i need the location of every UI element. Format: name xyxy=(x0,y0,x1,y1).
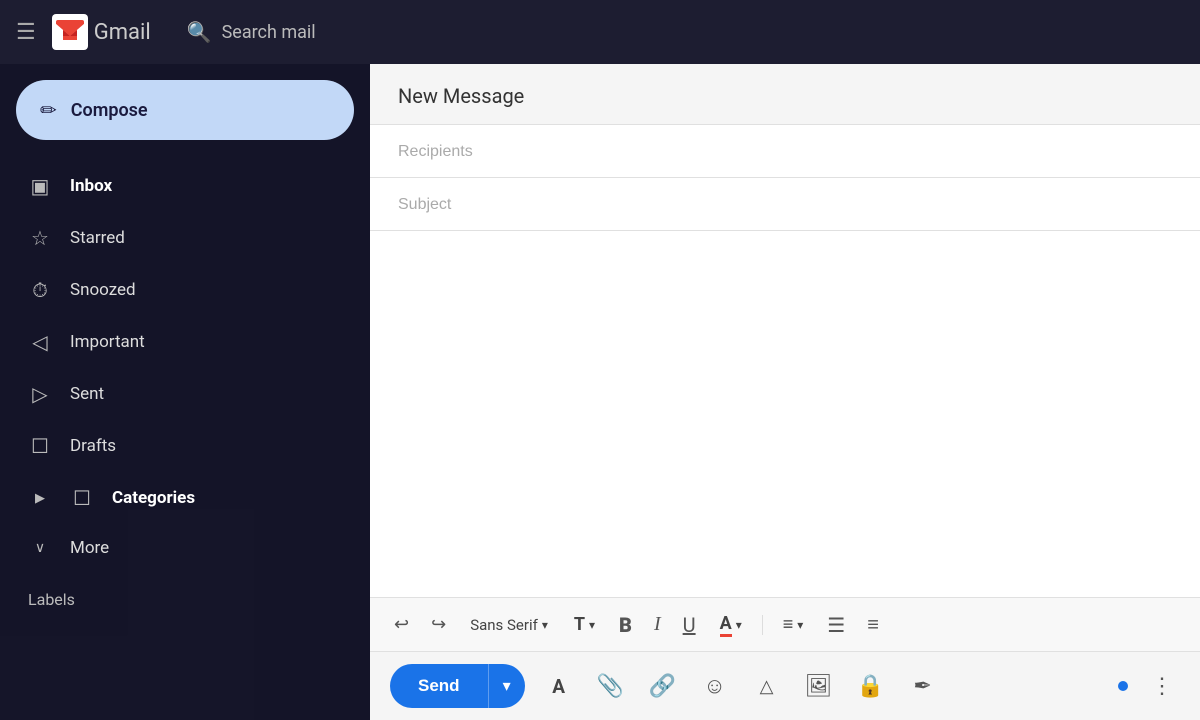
compose-button[interactable]: ✏ Compose xyxy=(16,80,354,140)
font-dropdown-icon: ▾ xyxy=(542,618,548,632)
bold-button[interactable]: B xyxy=(615,609,636,641)
main-layout: ✏ Compose ▣ Inbox ☆ Starred ⏱ Snoozed ◁ … xyxy=(0,64,1200,720)
redo-button[interactable]: ↪ xyxy=(427,610,450,639)
signature-button[interactable]: ✒ xyxy=(905,668,941,704)
gmail-logo-icon xyxy=(52,14,88,50)
recipients-field[interactable] xyxy=(370,125,1200,178)
font-selector[interactable]: Sans Serif ▾ xyxy=(464,612,554,638)
drive-button[interactable]: △ xyxy=(749,668,785,704)
send-dropdown-button[interactable]: ▾ xyxy=(488,664,525,708)
compose-body[interactable] xyxy=(370,231,1200,597)
font-size-selector[interactable]: T ▾ xyxy=(568,610,601,639)
photo-button[interactable]: 🖼 xyxy=(801,668,837,704)
sidebar-item-important[interactable]: ◁ Important xyxy=(0,316,358,368)
sidebar-item-label: Snoozed xyxy=(70,280,136,300)
bottom-bar: Send ▾ A 📎 🔗 ☺ △ 🖼 🔒 ✒ ⋮ xyxy=(370,651,1200,720)
snoozed-icon: ⏱ xyxy=(28,278,52,302)
menu-icon[interactable]: ☰ xyxy=(16,20,36,45)
more-options-button[interactable]: ⋮ xyxy=(1144,668,1180,704)
sidebar-item-drafts[interactable]: ☐ Drafts xyxy=(0,420,358,472)
search-bar: 🔍 Search mail xyxy=(187,20,316,44)
font-color-dropdown-icon: ▾ xyxy=(736,618,742,632)
drafts-icon: ☐ xyxy=(28,434,52,458)
link-button[interactable]: 🔗 xyxy=(645,668,681,704)
sidebar-item-inbox[interactable]: ▣ Inbox xyxy=(0,160,358,212)
sidebar-item-more[interactable]: ∨ More xyxy=(0,524,358,572)
sidebar-item-label: Starred xyxy=(70,228,125,248)
send-button[interactable]: Send xyxy=(390,664,488,708)
important-icon: ◁ xyxy=(28,330,52,354)
font-size-label: T xyxy=(574,614,585,635)
sidebar-item-categories[interactable]: ▶ ☐ Categories xyxy=(0,472,358,524)
subject-field[interactable] xyxy=(370,178,1200,231)
align-icon: ≡ xyxy=(783,614,794,635)
indent-button[interactable]: ≡ xyxy=(863,608,883,641)
body-editor[interactable] xyxy=(398,247,1172,447)
subject-input[interactable] xyxy=(398,196,1172,214)
underline-button[interactable]: U xyxy=(679,609,700,641)
sidebar-item-label: Categories xyxy=(112,488,195,508)
starred-icon: ☆ xyxy=(28,226,52,250)
gmail-title: Gmail xyxy=(94,20,151,45)
attach-button[interactable]: 📎 xyxy=(593,668,629,704)
undo-button[interactable]: ↩ xyxy=(390,610,413,639)
format-button[interactable]: A xyxy=(541,668,577,704)
recipients-input[interactable] xyxy=(398,143,1172,161)
formatting-toolbar: ↩ ↪ Sans Serif ▾ T ▾ B I U A ▾ ≡ ▾ ☰ xyxy=(370,597,1200,651)
categories-icon: ☐ xyxy=(70,486,94,510)
topbar: ☰ Gmail 🔍 Search mail xyxy=(0,0,1200,64)
gmail-logo: Gmail xyxy=(52,14,151,50)
sidebar-item-sent[interactable]: ▷ Sent xyxy=(0,368,358,420)
compose-label: Compose xyxy=(71,100,148,121)
send-button-group[interactable]: Send ▾ xyxy=(390,664,525,708)
compose-title: New Message xyxy=(398,84,524,108)
align-dropdown-icon: ▾ xyxy=(797,618,803,632)
more-chevron-icon: ∨ xyxy=(28,540,52,556)
compose-icon: ✏ xyxy=(40,98,57,122)
sidebar-item-snoozed[interactable]: ⏱ Snoozed xyxy=(0,264,358,316)
lock-button[interactable]: 🔒 xyxy=(853,668,889,704)
notification-dot xyxy=(1118,681,1128,691)
font-color-label: A xyxy=(720,613,732,637)
search-label: Search mail xyxy=(222,22,316,43)
font-name: Sans Serif xyxy=(470,616,538,634)
compose-panel: New Message ↩ ↪ Sans Serif ▾ T ▾ xyxy=(370,64,1200,720)
sidebar-item-label: More xyxy=(70,538,109,558)
italic-button[interactable]: I xyxy=(650,609,665,640)
font-size-dropdown-icon: ▾ xyxy=(589,618,595,632)
search-icon: 🔍 xyxy=(187,20,212,44)
toolbar-divider xyxy=(762,615,763,635)
sidebar-item-starred[interactable]: ☆ Starred xyxy=(0,212,358,264)
compose-header: New Message xyxy=(370,64,1200,125)
labels-section: Labels xyxy=(0,572,370,609)
inbox-icon: ▣ xyxy=(28,174,52,198)
sidebar-item-label: Sent xyxy=(70,384,104,404)
align-selector[interactable]: ≡ ▾ xyxy=(777,610,810,639)
font-color-selector[interactable]: A ▾ xyxy=(714,609,748,641)
sent-icon: ▷ xyxy=(28,382,52,406)
list-button[interactable]: ☰ xyxy=(823,609,849,641)
emoji-button[interactable]: ☺ xyxy=(697,668,733,704)
sidebar-item-label: Drafts xyxy=(70,436,116,456)
labels-text: Labels xyxy=(28,590,75,609)
sidebar-item-label: Inbox xyxy=(70,176,112,196)
sidebar-item-label: Important xyxy=(70,332,145,352)
sidebar: ✏ Compose ▣ Inbox ☆ Starred ⏱ Snoozed ◁ … xyxy=(0,64,370,720)
expand-arrow-icon: ▶ xyxy=(28,491,52,506)
